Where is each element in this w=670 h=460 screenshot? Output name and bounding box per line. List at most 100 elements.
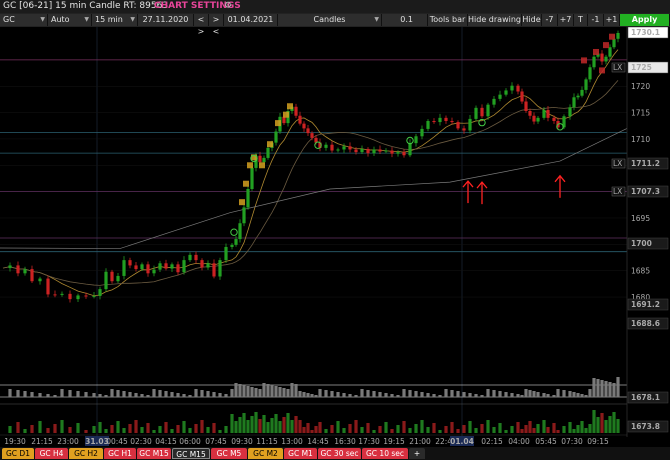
volume-gray-bar [98,394,102,397]
nav-prev-button[interactable]: < > [194,14,209,36]
candle-body [310,133,314,138]
symbol-tab[interactable]: GC H2 [69,448,103,459]
volume-gray-bar [372,391,376,397]
chart-type-select[interactable]: Candles ▼ [278,14,382,26]
volume-bar [596,417,600,433]
symbol-tab[interactable]: GC M1 [284,448,317,459]
volume-bar [278,421,282,433]
ma-fast [2,49,619,297]
symbol-tabs: GC D1 GC H4 GC H2 GC H1 GC M15 GC M15 GC M5 GC … [0,447,670,460]
candle-body [110,271,114,282]
interval-select[interactable]: 15 min ▼ [92,14,138,26]
volume-bar [30,425,34,433]
volume-gray-bar [462,392,466,397]
symbol-tab[interactable]: GC D1 [2,448,34,459]
candle-body [438,117,442,123]
symbol-tab[interactable]: GC M5 [211,448,247,459]
volume-gray-bar [450,390,454,397]
volume-bar [556,430,560,433]
volume-gray-bar [152,389,156,397]
volume-gray-bar [390,394,394,397]
symbol-tab[interactable]: GC 10 sec [362,448,408,459]
price-label: 1725 [631,63,652,72]
volume-gray-bar [250,387,254,397]
candle-body [164,263,168,269]
symbol-select[interactable]: GC ▼ [0,14,48,26]
scale-value: Auto [51,15,70,24]
signal-square [267,141,273,148]
volume-gray-bar [246,386,250,397]
plus7-button[interactable]: +7 [558,14,574,26]
volume-gray-bar [336,392,340,397]
candle-body [242,207,246,224]
t-button[interactable]: T [574,14,588,26]
time-tick-label: 19:15 [383,437,405,446]
candle-body [498,94,502,99]
tools-bar-button[interactable]: Tools bar [428,14,468,26]
candle-body [188,254,192,261]
volume-gray-bar [290,383,294,397]
price-chart[interactable]: 172017151710170516951690168516801730.117… [0,27,670,447]
volume-gray-bar [588,389,592,397]
volume-bar [580,421,584,433]
volume-bar [438,430,442,433]
volume-bar [348,424,352,433]
volume-gray-bar [212,392,216,397]
arrow-annotations [462,174,566,205]
volume-gray-bar [274,386,278,397]
gear-icon[interactable]: ⚙ [224,0,232,13]
nav-next-button[interactable]: > < [209,14,224,36]
minus1-button[interactable]: -1 [588,14,604,26]
time-tick-label: 02:15 [481,437,503,446]
volume-gray-bar [146,395,150,397]
volume-gray-bar [414,391,418,397]
add-tab-button[interactable]: + [409,448,425,459]
symbol-tab[interactable]: GC H4 [35,448,68,459]
minus7-button[interactable]: -7 [542,14,558,26]
volume-gray-bar [552,395,556,397]
symbol-tab[interactable]: GC M2 [248,448,283,459]
size-field[interactable]: 0.1 [382,14,428,26]
volume-bar [552,423,556,433]
signal-square [609,33,615,40]
volume-bar [588,424,592,433]
volume-bar [128,424,132,433]
end-date-value: 01.04.2021 [227,15,274,24]
volume-gray-bar [230,389,234,397]
chevron-down-icon: ▼ [40,16,45,23]
volume-bar [218,430,222,433]
volume-bar [402,421,406,433]
volume-gray-bar [266,384,270,397]
volume-gray-bar [348,394,352,397]
candle-body [38,278,42,282]
volume-gray-bar [258,389,262,397]
volume-gray-bar [104,395,108,397]
volume-gray-bar [164,391,168,397]
end-date-field[interactable]: 01.04.2021 [224,14,278,26]
symbol-tab[interactable]: GC 30 sec [318,448,361,459]
volume-bar [444,426,448,433]
hide-drawing-button[interactable]: Hide drawing [468,14,522,26]
volume-bar [200,420,204,433]
volume-gray-bar [474,394,478,397]
start-date-value: 27.11.2020 [142,15,189,24]
volume-gray-bar [396,395,400,397]
candle-body [46,278,50,295]
plus1-button[interactable]: +1 [604,14,620,26]
volume-gray-bar [432,394,436,397]
symbol-tab[interactable]: GC M15 [137,448,171,459]
chevron-down-icon: ▼ [130,16,135,23]
symbol-tab[interactable]: GC M15 [172,448,210,459]
volume-bar [294,416,298,433]
hide-button[interactable]: Hide [522,14,542,26]
volume-bar [84,430,88,433]
candle-body [474,107,478,119]
window-title: GC [06-21] 15 min Candle RT: 89563 [3,1,169,11]
scale-select[interactable]: Auto ▼ [48,14,92,26]
candle-body [152,269,156,274]
start-date-field[interactable]: 27.11.2020 [138,14,194,26]
candle-body [342,146,346,150]
candle-body [486,104,490,117]
symbol-tab[interactable]: GC H1 [104,448,136,459]
apply-button[interactable]: Apply [620,14,670,26]
